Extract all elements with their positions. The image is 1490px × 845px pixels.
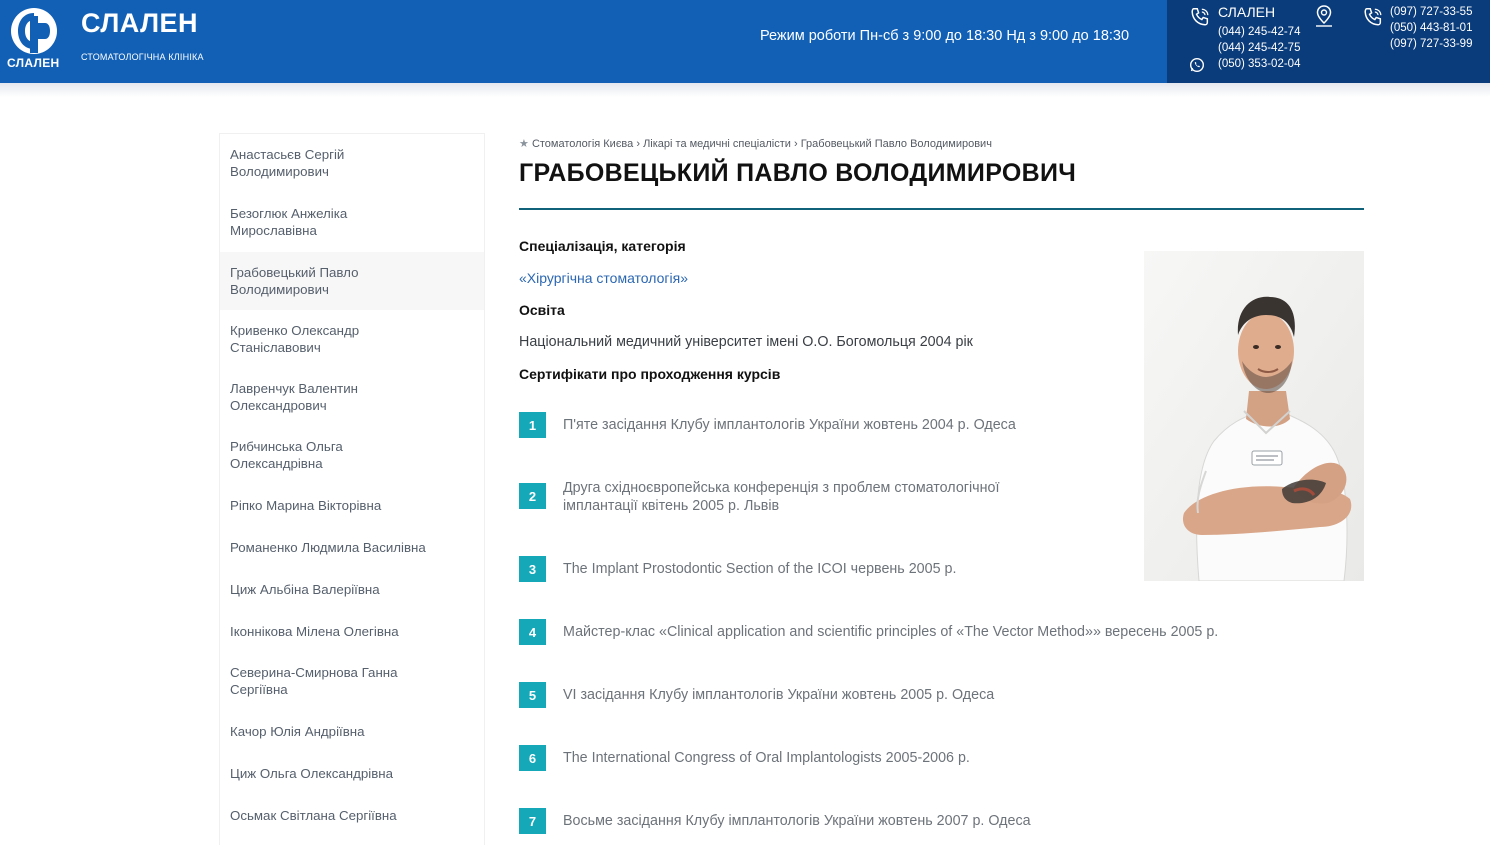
breadcrumb-current: Грабовецький Павло Володимирович <box>800 138 992 150</box>
phone-icon <box>1364 8 1382 26</box>
sidebar-item-doctor[interactable]: Кривенко Олександр Станіславович <box>220 310 484 368</box>
certificates-heading: Сертифікати про проходження курсів <box>519 366 781 382</box>
certificate-text: П'яте засідання Клубу імплантологів Укра… <box>563 417 1016 433</box>
brand-name[interactable]: СЛАЛЕН <box>81 8 198 39</box>
breadcrumb-separator: › <box>636 138 641 150</box>
working-hours: Режим роботи Пн-сб з 9:00 до 18:30 Нд з … <box>760 28 1130 44</box>
sidebar-item-doctor[interactable]: Северина-Смирнова Ганна Сергіївна <box>220 652 484 710</box>
title-divider <box>519 208 1364 210</box>
phone-link[interactable]: (097) 727-33-99 <box>1390 36 1472 52</box>
phone-link[interactable]: (050) 443-81-01 <box>1390 20 1472 36</box>
doctors-sidebar: Анастасьєв Сергій Володимирович Безоглюк … <box>219 133 485 845</box>
sidebar-item-label: Рибчинська Ольга Олександрівна <box>230 439 343 471</box>
certificate-number-badge: 3 <box>519 556 546 582</box>
location-icon[interactable] <box>1313 4 1335 28</box>
phone-link[interactable]: (044) 245-42-75 <box>1218 40 1300 56</box>
sidebar-item-doctor[interactable]: Анастасьєв Сергій Володимирович <box>220 134 484 192</box>
certificate-text: Восьме засідання Клубу імплантологів Укр… <box>563 813 1031 829</box>
certificate-text: The Implant Prostodontic Section of the … <box>563 561 957 577</box>
sidebar-item-doctor[interactable]: Циж Альбіна Валеріївна <box>220 568 484 610</box>
clinic-logo-icon[interactable] <box>9 7 59 55</box>
phone-link[interactable]: (044) 245-42-74 <box>1218 24 1300 40</box>
breadcrumb-link[interactable]: Лікарі та медичні спеціалісти <box>643 138 791 150</box>
certificate-number-badge: 6 <box>519 745 546 771</box>
sidebar-item-label: Качор Юлія Андріївна <box>230 723 365 739</box>
sidebar-item-label: Северина-Смирнова Ганна Сергіївна <box>230 665 398 697</box>
sidebar-item-label: Іконнікова Мілена Олегівна <box>230 623 399 639</box>
breadcrumb: ★ Стоматологія Києва › Лікарі та медичні… <box>519 137 992 150</box>
sidebar-item-doctor[interactable]: Безоглюк Анжеліка Мирославівна <box>220 193 484 251</box>
whatsapp-icon <box>1189 57 1205 73</box>
certificate-text: Майстер-клас «Clinical application and s… <box>563 624 1219 640</box>
sidebar-item-label: Ріпко Марина Вікторівна <box>230 497 382 513</box>
page-title: ГРАБОВЕЦЬКИЙ ПАВЛО ВОЛОДИМИРОВИЧ <box>519 159 1077 187</box>
star-icon: ★ <box>519 138 529 150</box>
doctor-photo <box>1144 251 1364 581</box>
certificate-number-badge: 1 <box>519 412 546 438</box>
sidebar-item-doctor[interactable]: Рибчинська Ольга Олександрівна <box>220 426 484 484</box>
certificate-number-badge: 7 <box>519 808 546 834</box>
education-heading: Освіта <box>519 302 565 318</box>
sidebar-item-doctor[interactable]: Циж Ольга Олександрівна <box>220 752 484 794</box>
breadcrumb-link[interactable]: Стоматологія Києва <box>532 138 633 150</box>
certificate-text: Друга східноєвропейська конференція з пр… <box>563 480 1000 514</box>
contacts-title: СЛАЛЕН <box>1218 4 1276 20</box>
sidebar-item-doctor[interactable]: Осьмак Світлана Сергіївна <box>220 794 484 836</box>
brand-subtitle: СТОМАТОЛОГІЧНА КЛІНІКА <box>81 52 204 62</box>
sidebar-item-label: Циж Ольга Олександрівна <box>230 765 393 781</box>
specialization-link[interactable]: «Хірургічна стоматологія» <box>519 270 688 286</box>
sidebar-item-doctor[interactable]: Романенко Людмила Василівна <box>220 526 484 568</box>
sidebar-item-label: Кривенко Олександр Станіславович <box>230 323 360 355</box>
sidebar-item-label: Осьмак Світлана Сергіївна <box>230 807 397 823</box>
sidebar-item-label: Циж Альбіна Валеріївна <box>230 581 380 597</box>
sidebar-item-doctor[interactable]: Ріпко Марина Вікторівна <box>220 484 484 526</box>
sidebar-item-label: Грабовецький Павло Володимирович <box>230 265 359 297</box>
breadcrumb-separator: › <box>793 138 798 150</box>
sidebar-item-doctor[interactable]: Лавренчук Валентин Олександрович <box>220 368 484 426</box>
sidebar-item-label: Безоглюк Анжеліка Мирославівна <box>230 206 348 238</box>
header-shadow <box>0 83 1490 97</box>
certificate-text: The International Congress of Oral Impla… <box>563 750 970 766</box>
specialization-heading: Спеціалізація, категорія <box>519 238 686 254</box>
sidebar-item-label: Лавренчук Валентин Олександрович <box>230 381 359 413</box>
certificate-number-badge: 5 <box>519 682 546 708</box>
phone-link[interactable]: (097) 727-33-55 <box>1390 4 1472 20</box>
whatsapp-link[interactable]: (050) 353-02-04 <box>1218 56 1300 72</box>
sidebar-item-doctor[interactable]: Іконнікова Мілена Олегівна <box>220 610 484 652</box>
certificate-number-badge: 2 <box>519 483 546 509</box>
sidebar-item-label: Анастасьєв Сергій Володимирович <box>230 147 345 179</box>
sidebar-item-label: Романенко Людмила Василівна <box>230 539 426 555</box>
logo-wordmark: СЛАЛЕН <box>7 56 60 70</box>
certificate-number-badge: 4 <box>519 619 546 645</box>
contacts-panel: СЛАЛЕН (044) 245-42-74 (044) 245-42-75 (… <box>1167 0 1490 83</box>
site-header: СЛАЛЕН СЛАЛЕН СТОМАТОЛОГІЧНА КЛІНІКА Реж… <box>0 0 1490 83</box>
sidebar-item-doctor[interactable]: Качор Юлія Андріївна <box>220 710 484 752</box>
phone-icon <box>1191 8 1209 26</box>
certificate-text: VI засідання Клубу імплантологів України… <box>563 687 995 703</box>
sidebar-item-doctor[interactable]: Грабовецький Павло Володимирович <box>220 252 484 310</box>
education-text: Національний медичний університет імені … <box>519 334 973 350</box>
